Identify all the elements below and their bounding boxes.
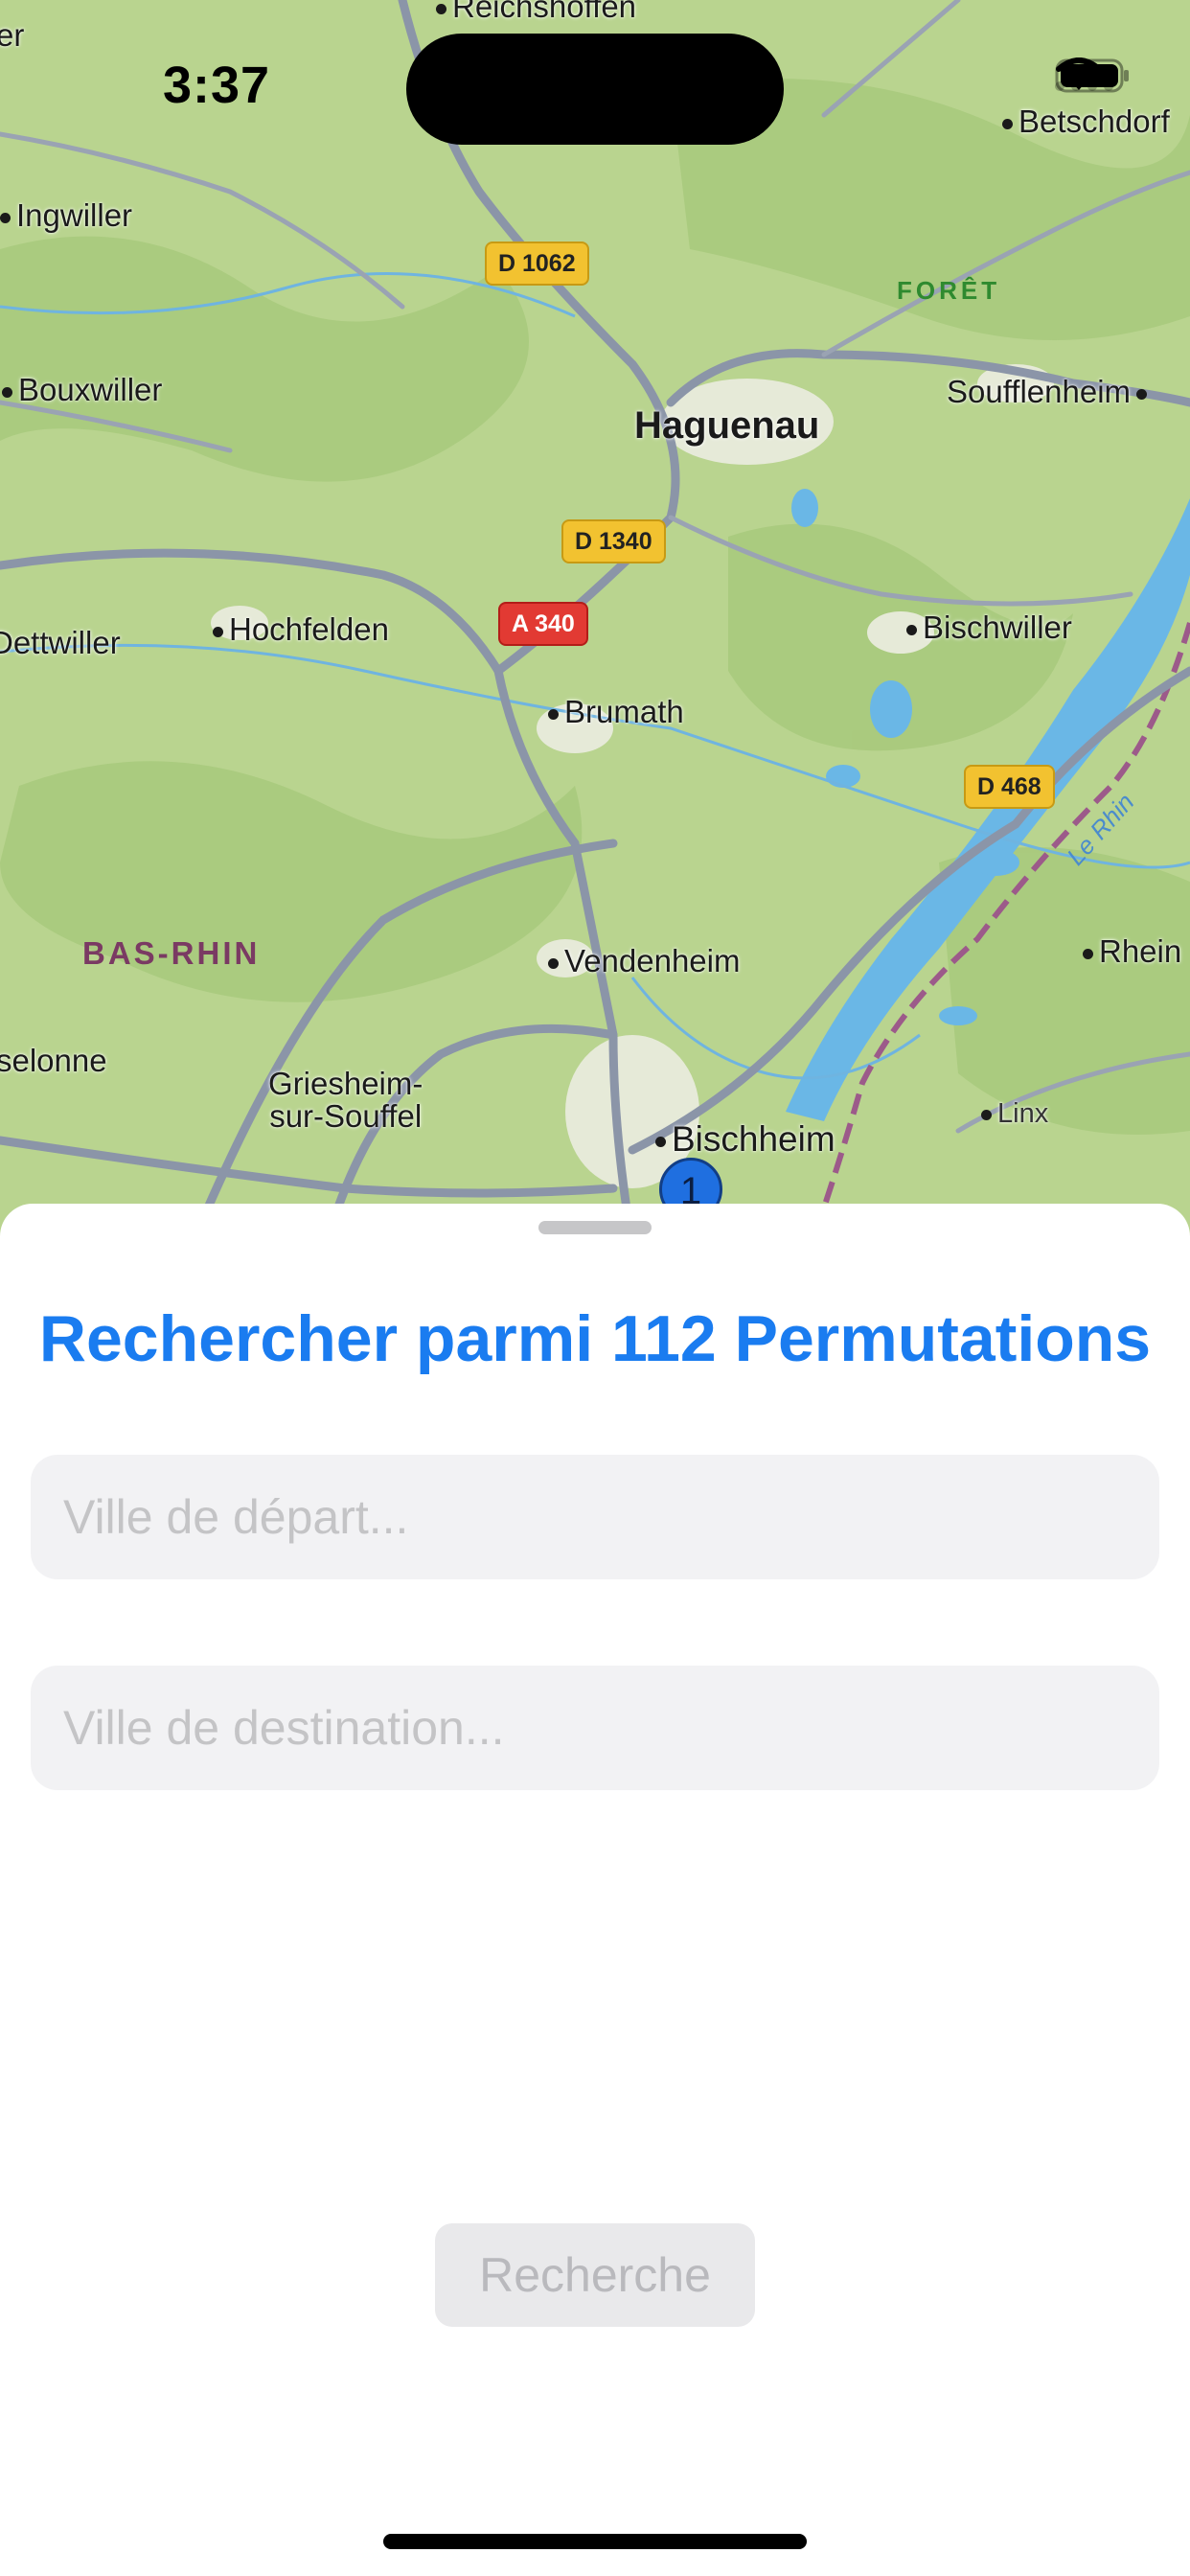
region-label: BAS-RHIN <box>82 935 261 971</box>
town-label[interactable]: Betschdorf <box>1002 104 1170 140</box>
town-label[interactable]: Hochfelden <box>213 611 389 648</box>
town-label[interactable]: selonne <box>0 1043 107 1079</box>
town-label[interactable]: Bouxwiller <box>2 372 162 408</box>
town-label[interactable]: Linx <box>981 1098 1048 1130</box>
road-shield: D 1062 <box>485 242 589 286</box>
battery-icon <box>1055 58 1129 93</box>
road-shield: D 1340 <box>561 519 666 564</box>
dynamic-island <box>406 34 784 145</box>
status-time: 3:37 <box>163 57 271 114</box>
road-shield: A 340 <box>498 602 588 646</box>
road-shield: D 468 <box>964 765 1055 809</box>
town-label[interactable]: Vendenheim <box>548 943 740 979</box>
town-label[interactable]: Brumath <box>548 694 684 730</box>
departure-city-input[interactable] <box>31 1455 1159 1579</box>
bottom-sheet: Rechercher parmi 112 Permutations Recher… <box>0 1204 1190 2576</box>
town-label[interactable]: Haguenau <box>634 404 819 448</box>
home-indicator[interactable] <box>383 2534 807 2549</box>
town-label[interactable]: Ingwiller <box>0 197 132 234</box>
sheet-title: Rechercher parmi 112 Permutations <box>38 1302 1152 1375</box>
forest-label: FORÊT <box>897 276 1001 305</box>
town-label[interactable]: Rhein <box>1083 933 1181 970</box>
search-button[interactable]: Recherche <box>435 2223 755 2327</box>
town-label[interactable]: Reichshoffen <box>436 0 636 25</box>
town-label[interactable]: Soufflenheim <box>947 374 1148 410</box>
map-view[interactable]: 3:37 Reichshoffen Betschdorf Ingwiller B… <box>0 0 1190 1246</box>
town-label[interactable]: er <box>0 17 24 54</box>
town-label[interactable]: Bischwiller <box>906 610 1072 646</box>
destination-city-input[interactable] <box>31 1666 1159 1790</box>
town-label[interactable]: Griesheim- sur-Souffel <box>268 1068 423 1133</box>
sheet-grabber-handle[interactable] <box>538 1221 652 1234</box>
town-label[interactable]: Bischheim <box>655 1119 835 1160</box>
town-label[interactable]: Dettwiller <box>0 625 121 661</box>
